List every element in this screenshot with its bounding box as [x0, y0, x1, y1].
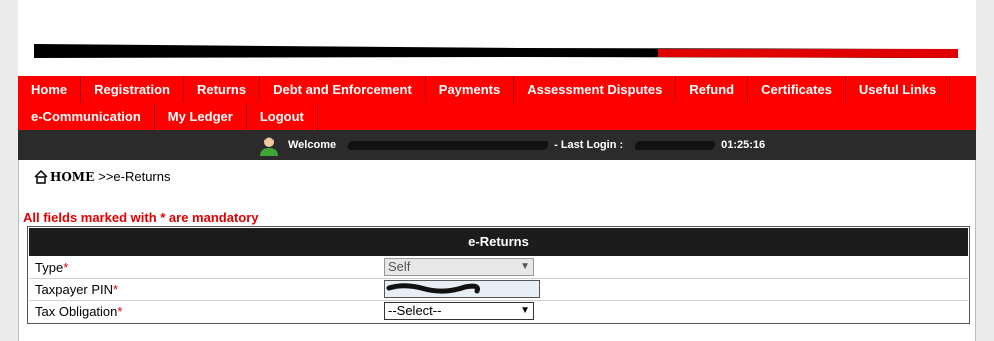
type-select: Self ▼ — [384, 258, 534, 276]
nav-registration[interactable]: Registration — [81, 76, 184, 103]
main-nav: Home Registration Returns Debt and Enfor… — [18, 76, 976, 130]
nav-home[interactable]: Home — [18, 76, 82, 103]
breadcrumb: HOME >>e-Returns — [34, 169, 171, 184]
chevron-down-icon: ▼ — [520, 305, 530, 316]
left-gutter — [0, 0, 18, 341]
nav-debt-and-enforcement[interactable]: Debt and Enforcement — [260, 76, 426, 103]
banner-stripe — [34, 44, 958, 58]
redacted-pin — [386, 283, 480, 294]
nav-payments[interactable]: Payments — [426, 76, 515, 103]
home-icon — [34, 169, 48, 184]
nav-assessment-disputes[interactable]: Assessment Disputes — [514, 76, 677, 103]
nav-refund[interactable]: Refund — [676, 76, 749, 103]
right-gutter — [976, 0, 994, 341]
nav-row-2: e-Communication My Ledger Logout — [18, 103, 318, 130]
redacted-username — [346, 140, 550, 150]
form-row-tax-obligation: Tax Obligation* --Select-- ▼ — [29, 301, 968, 322]
taxpayer-pin-label: Taxpayer PIN* — [35, 282, 119, 297]
tax-obligation-select[interactable]: --Select-- ▼ — [384, 302, 534, 320]
nav-e-communication[interactable]: e-Communication — [18, 103, 155, 130]
nav-row-1: Home Registration Returns Debt and Enfor… — [18, 76, 951, 103]
redacted-login-date — [633, 140, 717, 150]
nav-useful-links[interactable]: Useful Links — [846, 76, 951, 103]
welcome-info: Welcome - Last Login : 01:25:16 — [258, 130, 771, 160]
type-label: Type* — [35, 260, 69, 275]
e-returns-form: e-Returns Type* Self ▼ Taxpayer PIN* Tax… — [27, 226, 970, 324]
form-title: e-Returns — [29, 228, 968, 256]
chevron-down-icon: ▼ — [520, 261, 530, 272]
nav-logout[interactable]: Logout — [247, 103, 318, 130]
welcome-bar: Welcome - Last Login : 01:25:16 — [18, 130, 976, 160]
form-row-taxpayer-pin: Taxpayer PIN* — [29, 279, 968, 301]
taxpayer-pin-input[interactable] — [384, 280, 540, 298]
last-login-label: - Last Login : — [554, 139, 624, 151]
last-login-time: 01:25:16 — [721, 139, 766, 151]
breadcrumb-home-link[interactable]: HOME — [50, 170, 94, 184]
header-banner — [18, 0, 976, 76]
welcome-label: Welcome — [288, 139, 337, 151]
form-row-type: Type* Self ▼ — [29, 257, 968, 279]
page: Home Registration Returns Debt and Enfor… — [18, 0, 976, 341]
breadcrumb-current: >>e-Returns — [98, 169, 171, 184]
nav-returns[interactable]: Returns — [184, 76, 261, 103]
nav-certificates[interactable]: Certificates — [748, 76, 846, 103]
tax-obligation-label: Tax Obligation* — [35, 304, 123, 319]
mandatory-notice: All fields marked with * are mandatory — [23, 210, 259, 225]
user-avatar-icon — [258, 134, 280, 156]
nav-my-ledger[interactable]: My Ledger — [155, 103, 247, 130]
